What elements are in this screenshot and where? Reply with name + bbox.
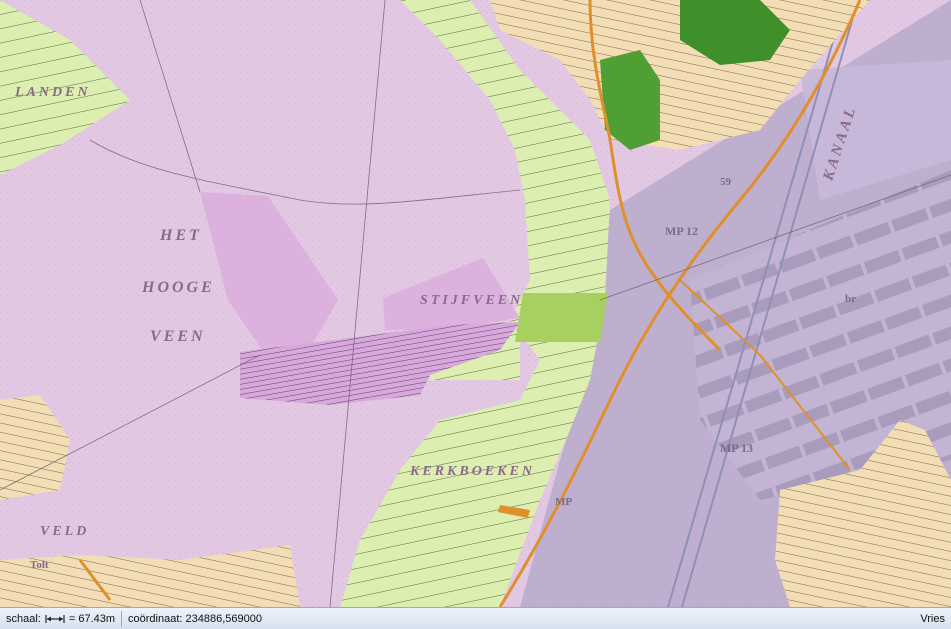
scale-display: schaal: = 67.43m	[0, 608, 121, 629]
svg-text:VEEN: VEEN	[150, 328, 206, 345]
svg-text:STIJFVEEN: STIJFVEEN	[420, 293, 523, 308]
svg-text:Tolt: Tolt	[30, 559, 49, 571]
svg-text:MP: MP	[555, 496, 572, 508]
svg-text:59: 59	[720, 176, 732, 188]
parcel-green-mid	[515, 293, 608, 342]
coordinate-label: coördinaat:	[128, 612, 183, 625]
mode-indicator: Vries	[914, 608, 951, 629]
status-bar: schaal: = 67.43m coördinaat: 234886,5690…	[0, 607, 951, 629]
scale-arrows-icon	[45, 614, 65, 623]
scale-value: = 67.43m	[68, 612, 116, 625]
coordinate-display: coördinaat: 234886,569000	[122, 608, 268, 629]
svg-text:MP 12: MP 12	[665, 224, 698, 238]
scale-label: schaal:	[6, 612, 41, 625]
svg-text:KERKBOEKEN: KERKBOEKEN	[409, 464, 535, 479]
coordinate-value: 234886,569000	[185, 612, 262, 625]
svg-text:HOOGE: HOOGE	[141, 279, 215, 296]
map-view[interactable]: LANDEN HET HOOGE VEEN STIJFVEEN KANAAL K…	[0, 0, 951, 607]
svg-text:HET: HET	[159, 227, 202, 244]
mode-label: Vries	[920, 612, 945, 625]
svg-text:MP 13: MP 13	[720, 441, 753, 455]
svg-text:LANDEN: LANDEN	[14, 85, 91, 100]
svg-text:br: br	[845, 293, 856, 305]
svg-text:VELD: VELD	[40, 524, 89, 539]
